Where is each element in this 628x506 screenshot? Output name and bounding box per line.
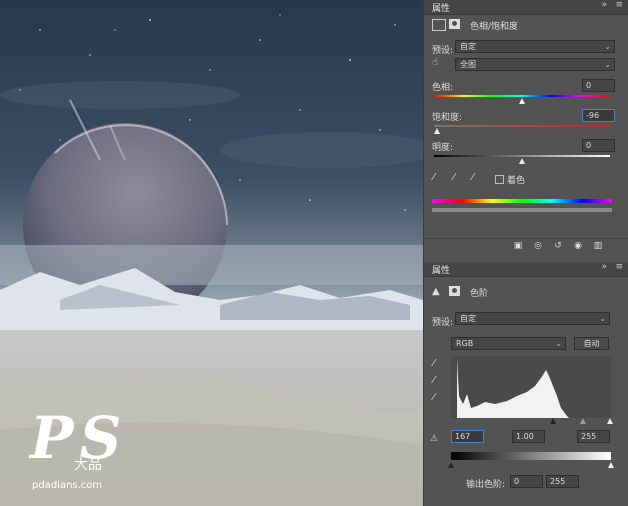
- chevron-down-icon: ⌄: [604, 60, 611, 69]
- reset-icon[interactable]: ↺: [550, 239, 566, 253]
- levels-channel-select[interactable]: RGB ⌄: [451, 337, 566, 350]
- saturation-input[interactable]: -96: [582, 109, 615, 122]
- visibility-eye-icon[interactable]: ◉: [570, 239, 586, 253]
- panel-menu-icon[interactable]: ≡: [615, 0, 623, 10]
- lightness-slider-thumb[interactable]: [519, 158, 525, 164]
- clipping-warning-icon[interactable]: ⚠: [430, 434, 438, 444]
- channel-value: 全图: [460, 60, 476, 69]
- view-previous-icon[interactable]: ◎: [530, 239, 546, 253]
- panel-menu-icon[interactable]: ≡: [615, 262, 623, 272]
- input-white-thumb[interactable]: [607, 418, 613, 424]
- output-spectrum-bar: [432, 208, 612, 212]
- eyedropper-minus-icon[interactable]: ⁄: [472, 172, 474, 183]
- mask-icon: [449, 19, 460, 29]
- preset-value: 自定: [460, 42, 476, 51]
- hue-slider-track[interactable]: [434, 95, 610, 97]
- output-white-thumb[interactable]: [608, 462, 614, 468]
- delete-icon[interactable]: ▥: [590, 239, 606, 253]
- white-point-eyedropper-icon[interactable]: ⁄: [433, 392, 435, 403]
- watermark-site: pdadians.com: [32, 480, 103, 491]
- input-spectrum-bar: [432, 199, 612, 203]
- collapse-icon[interactable]: »: [601, 262, 607, 272]
- hue-sat-titlebar: 属性 » ≡: [424, 0, 628, 15]
- levels-header: ▲ 色阶: [424, 283, 628, 301]
- input-white-field[interactable]: 255: [577, 430, 610, 443]
- levels-channel-value: RGB: [456, 339, 474, 348]
- levels-preset-label: 预设:: [432, 318, 454, 328]
- auto-button[interactable]: 自动: [574, 337, 609, 350]
- output-levels-label: 输出色阶:: [466, 480, 506, 490]
- clip-to-layer-icon[interactable]: ▣: [510, 239, 526, 253]
- preset-select[interactable]: 自定 ⌄: [455, 40, 615, 53]
- hue-sat-bottom-bar: ▣ ◎ ↺ ◉ ▥: [424, 238, 628, 255]
- input-black-thumb[interactable]: [550, 418, 556, 424]
- chevron-down-icon: ⌄: [599, 314, 606, 323]
- levels-preset-select[interactable]: 自定 ⌄: [455, 312, 610, 325]
- lightness-slider-track[interactable]: [434, 155, 610, 157]
- preset-label: 预设:: [432, 46, 454, 56]
- collapse-icon[interactable]: »: [601, 0, 607, 10]
- hue-sat-header: 色相/饱和度: [424, 16, 628, 34]
- input-gamma-field[interactable]: 1.00: [512, 430, 545, 443]
- colorize-label: 着色: [507, 176, 526, 186]
- properties-panel: 属性 » ≡ 色相/饱和度 预设: 自定 ⌄ ☝ 全图 ⌄ 色相: 0 饱和度:…: [423, 0, 628, 506]
- output-white-field[interactable]: 255: [546, 475, 579, 488]
- eyedropper-icon[interactable]: ⁄: [433, 172, 435, 183]
- output-gradient: [451, 452, 611, 460]
- levels-histogram: [451, 356, 611, 418]
- levels-tab[interactable]: 属性: [432, 263, 450, 276]
- hue-label: 色相:: [432, 83, 454, 93]
- gray-point-eyedropper-icon[interactable]: ⁄: [433, 375, 435, 386]
- saturation-label: 饱和度:: [432, 113, 463, 123]
- chevron-down-icon: ⌄: [604, 42, 611, 51]
- hue-sat-title: 色相/饱和度: [470, 22, 519, 32]
- lightness-input[interactable]: 0: [582, 139, 615, 152]
- levels-adjust-icon: ▲: [432, 286, 440, 297]
- output-black-field[interactable]: 0: [510, 475, 543, 488]
- targeted-adjust-hand-icon[interactable]: ☝: [432, 57, 438, 68]
- watermark-logo: PS 大品 pdadians.com: [28, 404, 138, 494]
- levels-title: 色阶: [470, 289, 489, 299]
- document-canvas[interactable]: PS 大品 pdadians.com: [0, 0, 423, 506]
- hue-sat-tab[interactable]: 属性: [432, 1, 450, 14]
- output-black-thumb[interactable]: [448, 462, 454, 468]
- colorize-checkbox[interactable]: [495, 175, 504, 184]
- lightness-label: 明度:: [432, 143, 454, 153]
- hue-input[interactable]: 0: [582, 79, 615, 92]
- eyedropper-plus-icon[interactable]: ⁄: [453, 172, 455, 183]
- levels-titlebar: 属性 » ≡: [424, 262, 628, 277]
- watermark-sub: 大品: [74, 457, 102, 473]
- mask-icon: [449, 286, 460, 296]
- input-gamma-thumb[interactable]: [580, 418, 586, 424]
- hue-slider-thumb[interactable]: [519, 98, 525, 104]
- saturation-slider-track[interactable]: [434, 125, 610, 127]
- black-point-eyedropper-icon[interactable]: ⁄: [433, 358, 435, 369]
- hue-sat-adjust-icon: [432, 19, 446, 31]
- chevron-down-icon: ⌄: [555, 339, 562, 348]
- levels-preset-value: 自定: [460, 314, 476, 323]
- saturation-slider-thumb[interactable]: [434, 128, 440, 134]
- input-black-field[interactable]: 167: [451, 430, 484, 443]
- channel-select[interactable]: 全图 ⌄: [455, 58, 615, 71]
